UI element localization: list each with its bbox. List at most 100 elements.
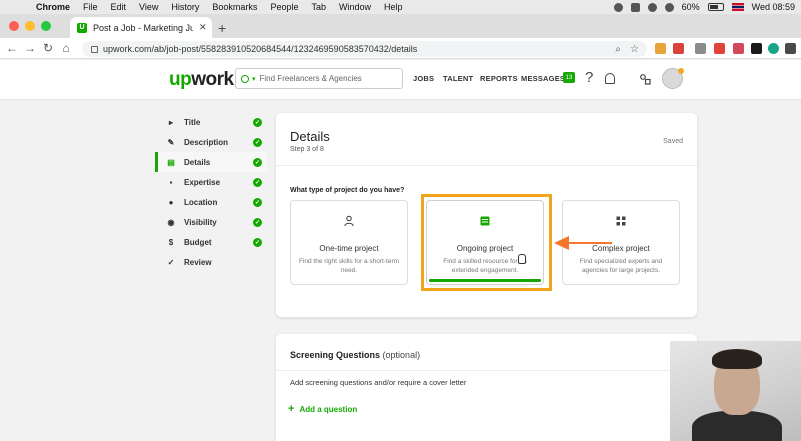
- extension-icon[interactable]: [785, 43, 796, 54]
- menu-file[interactable]: File: [83, 2, 98, 12]
- sidebar-item-label: Budget: [184, 237, 212, 247]
- check-icon: ✓: [253, 217, 262, 227]
- extension-icon[interactable]: [673, 43, 684, 54]
- tab-title: Post a Job - Marketing Jules: [93, 22, 193, 33]
- menu-people[interactable]: People: [270, 2, 298, 12]
- project-type-question: What type of project do you have?: [290, 187, 405, 194]
- sidebar-item-label: Visibility: [184, 217, 217, 227]
- nav-talent[interactable]: TALENT: [443, 74, 473, 83]
- menu-history[interactable]: History: [171, 2, 199, 12]
- nav-jobs[interactable]: JOBS: [413, 74, 434, 83]
- sidebar-item-label: Review: [184, 257, 212, 267]
- screening-title-text: Screening Questions: [290, 350, 381, 360]
- tray-app-icon[interactable]: [630, 2, 640, 12]
- option-description: Find specialized experts and agencies fo…: [579, 258, 663, 274]
- new-tab-icon[interactable]: +: [218, 20, 226, 36]
- add-question-label: Add a question: [299, 404, 358, 414]
- webcam-overlay: [670, 341, 801, 441]
- tab-close-icon[interactable]: ✕: [199, 22, 207, 33]
- sidebar-item-label: Expertise: [184, 177, 221, 187]
- search-field[interactable]: ▾ Find Freelancers & Agencies: [235, 68, 403, 89]
- menu-window[interactable]: Window: [339, 2, 371, 12]
- apple-icon[interactable]: [10, 1, 22, 13]
- extension-icon[interactable]: [751, 43, 762, 54]
- presenter-hair: [712, 349, 762, 369]
- sidebar-item-details[interactable]: ▤ Details ✓: [155, 152, 267, 172]
- extension-icon[interactable]: [655, 43, 666, 54]
- check-icon: ✓: [253, 177, 262, 187]
- title-icon: ▸: [168, 117, 173, 127]
- window-close-button[interactable]: [9, 21, 19, 31]
- forward-icon[interactable]: →: [21, 41, 39, 55]
- sidebar-item-budget[interactable]: $ Budget ✓: [155, 232, 267, 252]
- edit-icon: ✎: [167, 137, 175, 147]
- browser-tab-strip: U Post a Job - Marketing Jules ✕ +: [0, 14, 801, 38]
- status-dot: [678, 68, 684, 74]
- menu-help[interactable]: Help: [384, 2, 403, 12]
- battery-percent[interactable]: 60%: [682, 2, 700, 12]
- sidebar-item-review[interactable]: ✓ Review: [155, 252, 267, 272]
- help-icon[interactable]: ?: [585, 69, 593, 86]
- sidebar-item-location[interactable]: ● Location ✓: [155, 192, 267, 212]
- menu-app-name[interactable]: Chrome: [36, 2, 70, 12]
- window-minimize-button[interactable]: [25, 21, 35, 31]
- mouse-cursor-icon: [518, 254, 526, 264]
- extension-icon[interactable]: [695, 43, 706, 54]
- location-icon: ●: [168, 197, 174, 207]
- upwork-favicon-icon: U: [77, 22, 87, 33]
- sidebar-item-visibility[interactable]: ◉ Visibility ✓: [155, 212, 267, 232]
- extension-icon[interactable]: [714, 43, 725, 54]
- option-description: Find the right skills for a short-term n…: [298, 258, 400, 274]
- bookmark-star-icon[interactable]: ☆: [630, 44, 639, 55]
- bell-icon[interactable]: [605, 73, 615, 84]
- dollar-icon: $: [168, 237, 174, 247]
- step-indicator: Step 3 of 8: [290, 146, 324, 153]
- search-placeholder[interactable]: Find Freelancers & Agencies: [260, 74, 362, 83]
- organization-icon[interactable]: [639, 73, 651, 85]
- check-icon: ✓: [253, 137, 262, 147]
- battery-icon[interactable]: [707, 3, 724, 11]
- check-icon: ✓: [253, 117, 262, 127]
- extension-icon[interactable]: [768, 43, 779, 54]
- messages-badge[interactable]: 13: [563, 72, 575, 83]
- sidebar-item-description[interactable]: ✎ Description ✓: [155, 132, 267, 152]
- window-zoom-button[interactable]: [41, 21, 51, 31]
- sidebar-item-title[interactable]: ▸ Title ✓: [155, 112, 267, 132]
- tray-status-icon[interactable]: [613, 2, 623, 12]
- url-text[interactable]: upwork.com/ab/job-post/55828391052068454…: [103, 44, 417, 54]
- check-icon: ✓: [253, 237, 262, 247]
- menubar-tray: 60% Wed 08:59: [613, 0, 795, 14]
- annotation-arrow-line: [568, 242, 612, 244]
- divider: [276, 165, 697, 166]
- person-icon: [344, 215, 354, 227]
- nav-messages[interactable]: MESSAGES: [521, 74, 565, 83]
- menu-bookmarks[interactable]: Bookmarks: [212, 2, 257, 12]
- menubar-clock[interactable]: Wed 08:59: [752, 2, 795, 12]
- upwork-logo[interactable]: upwork: [169, 69, 234, 91]
- add-question-button[interactable]: + Add a question: [288, 403, 357, 415]
- tray-audio-icon[interactable]: [647, 2, 657, 12]
- sidebar-item-label: Description: [184, 137, 229, 147]
- browser-tab-active[interactable]: U Post a Job - Marketing Jules ✕: [70, 17, 212, 38]
- option-title: Complex project: [592, 244, 650, 253]
- zoom-icon[interactable]: ⌕: [615, 44, 621, 55]
- reload-icon[interactable]: ↻: [39, 41, 57, 55]
- chevron-down-icon[interactable]: ▾: [252, 75, 256, 83]
- extension-icon[interactable]: [733, 43, 744, 54]
- menu-tab[interactable]: Tab: [311, 2, 326, 12]
- wifi-icon[interactable]: [664, 2, 674, 12]
- back-icon[interactable]: ←: [3, 41, 21, 55]
- screening-title: Screening Questions (optional): [290, 350, 420, 360]
- input-source-flag-icon[interactable]: [731, 3, 744, 11]
- details-icon: ▤: [167, 157, 175, 167]
- nav-reports[interactable]: REPORTS: [480, 74, 518, 83]
- menu-view[interactable]: View: [139, 2, 158, 12]
- sidebar-item-expertise[interactable]: ▪ Expertise ✓: [155, 172, 267, 192]
- home-icon[interactable]: ⌂: [57, 41, 75, 55]
- menu-edit[interactable]: Edit: [111, 2, 127, 12]
- lock-icon: [91, 45, 98, 53]
- option-one-time-project[interactable]: One-time project Find the right skills f…: [290, 200, 408, 285]
- address-bar[interactable]: upwork.com/ab/job-post/55828391052068454…: [82, 41, 647, 57]
- screening-description: Add screening questions and/or require a…: [290, 378, 467, 387]
- plus-icon: +: [288, 403, 295, 415]
